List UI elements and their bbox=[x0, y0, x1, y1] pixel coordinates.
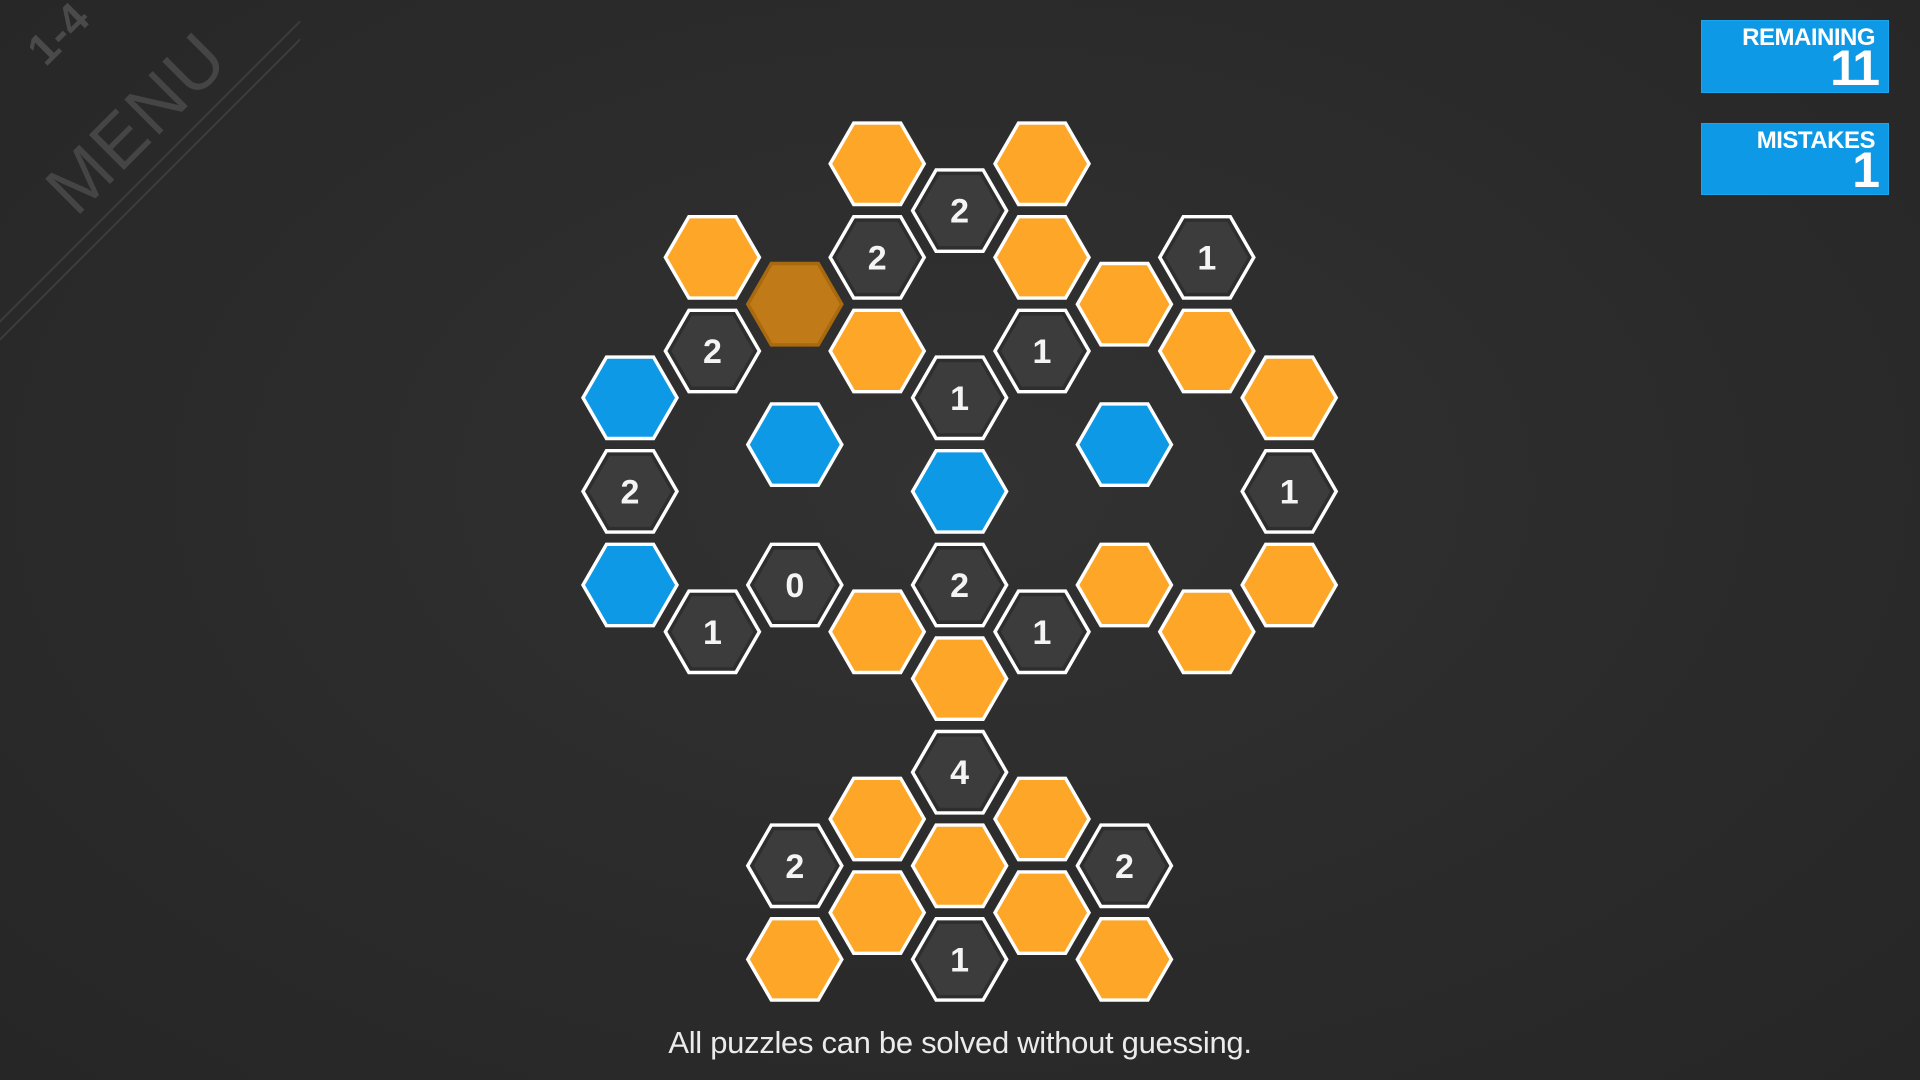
hex-number: 1 bbox=[1280, 473, 1299, 511]
hex-cell-number: 1 bbox=[663, 589, 762, 675]
hex-cell-number: 1 bbox=[1157, 215, 1256, 300]
hex-cell-number: 1 bbox=[910, 917, 1009, 1002]
hex-cell-blue bbox=[745, 402, 844, 487]
menu-corner: 1-4 MENU bbox=[0, 0, 320, 380]
hex-cell-orange[interactable] bbox=[828, 121, 927, 207]
hex-number: 0 bbox=[785, 567, 804, 605]
hex-cell-orange[interactable] bbox=[828, 308, 927, 394]
hex-cell-number: 2 bbox=[910, 168, 1009, 253]
hex-cell-orange[interactable] bbox=[1157, 589, 1256, 675]
hint-text: All puzzles can be solved without guessi… bbox=[668, 1025, 1252, 1060]
hex-cell-orange[interactable] bbox=[663, 215, 762, 300]
hex-number: 1 bbox=[1033, 333, 1052, 371]
hex-number: 2 bbox=[621, 473, 640, 511]
hex-number: 1 bbox=[1197, 239, 1216, 277]
hex-number: 2 bbox=[703, 333, 722, 371]
hex-cell-number: 2 bbox=[663, 308, 762, 394]
hex-cell-blue bbox=[910, 449, 1009, 534]
hex-cell-blue bbox=[581, 542, 679, 628]
hex-cell-number: 2 bbox=[828, 215, 927, 300]
level-number: 1-4 bbox=[18, 0, 100, 75]
hex-number: 2 bbox=[950, 567, 969, 605]
hex-cell-blue bbox=[1075, 402, 1174, 487]
hex-cell-orange[interactable] bbox=[828, 776, 927, 862]
hex-cell-number: 1 bbox=[993, 589, 1091, 675]
hex-number: 1 bbox=[950, 941, 969, 979]
hex-cell-orange[interactable] bbox=[1075, 261, 1174, 347]
hex-cell-number: 1 bbox=[993, 308, 1091, 394]
hex-cell-number: 2 bbox=[1075, 823, 1174, 909]
hex-number: 2 bbox=[1115, 848, 1134, 886]
hex-cell-number: 1 bbox=[1240, 449, 1339, 534]
hex-cell-number: 0 bbox=[745, 542, 844, 628]
hex-cell-orange[interactable] bbox=[993, 121, 1091, 207]
hex-cell-number: 1 bbox=[910, 355, 1009, 441]
hex-cell-number: 2 bbox=[745, 823, 844, 909]
hex-cell-orange[interactable] bbox=[993, 870, 1091, 955]
hex-cell-orange[interactable] bbox=[1240, 542, 1339, 628]
hex-cell-orange[interactable] bbox=[828, 870, 927, 955]
hex-cell-orange[interactable] bbox=[745, 917, 844, 1002]
hex-cell-number: 4 bbox=[910, 729, 1009, 815]
hex-cell-orange[interactable] bbox=[1240, 355, 1339, 441]
hex-cell-orange[interactable] bbox=[1157, 308, 1256, 394]
hex-cell-orange[interactable] bbox=[1075, 542, 1174, 628]
hex-cell-orange[interactable] bbox=[910, 823, 1009, 909]
hex-number: 1 bbox=[950, 380, 969, 418]
hex-cell-orange[interactable] bbox=[910, 636, 1009, 721]
hex-cell-number: 2 bbox=[581, 449, 679, 534]
hex-cell-orange bbox=[745, 261, 844, 347]
hex-cell-blue bbox=[581, 355, 679, 441]
hex-cell-orange[interactable] bbox=[993, 776, 1091, 862]
hex-number: 1 bbox=[703, 614, 722, 652]
game-stage: 1-4 MENU REMAINING 11 MISTAKES 1 2210222… bbox=[0, 0, 1920, 1080]
hex-cell-orange[interactable] bbox=[828, 589, 927, 675]
hex-number: 1 bbox=[1033, 614, 1052, 652]
hex-cell-number: 2 bbox=[910, 542, 1009, 628]
hex-number: 4 bbox=[950, 754, 969, 792]
hex-number: 2 bbox=[950, 193, 969, 231]
hex-cell-orange[interactable] bbox=[993, 215, 1091, 300]
hex-number: 2 bbox=[785, 848, 804, 886]
hex-cell-orange[interactable] bbox=[1075, 917, 1174, 1002]
hex-number: 2 bbox=[868, 239, 887, 277]
